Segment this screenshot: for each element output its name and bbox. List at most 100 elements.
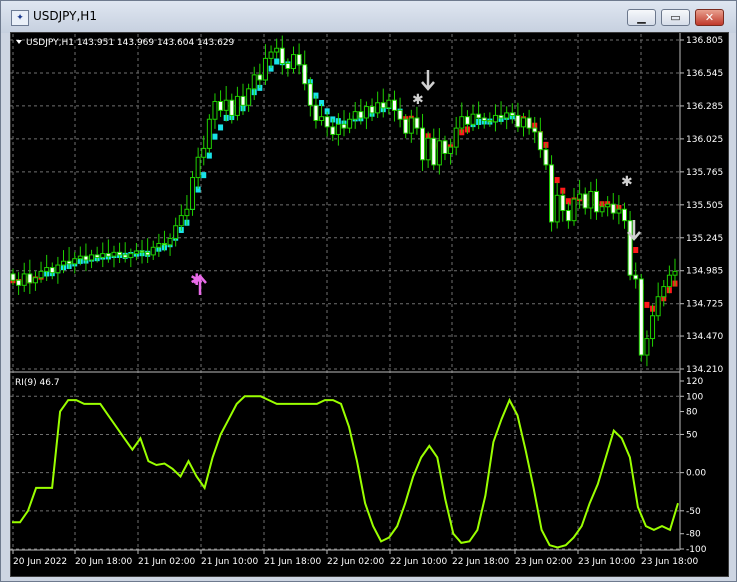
candle-body xyxy=(487,120,493,123)
time-tick-label: 20 Jun 2022 xyxy=(13,557,67,567)
candle-body xyxy=(470,113,476,125)
candle-body xyxy=(375,102,381,114)
triangle-down-icon[interactable] xyxy=(16,40,22,44)
buy-star-icon: ✱ xyxy=(190,270,203,289)
candle-body xyxy=(571,198,577,222)
candle-body xyxy=(335,123,341,135)
ri-tick-label: 120 xyxy=(686,377,703,387)
candle-body xyxy=(72,258,78,265)
ri-axis: 120 100 80 50 0.00 -50 -80 -100 xyxy=(680,377,707,555)
indicator-panel-header: RI(9) 46.7 xyxy=(15,378,60,388)
candle-body xyxy=(582,193,588,209)
ri-tick-label: -80 xyxy=(686,530,701,540)
candle-body xyxy=(105,253,111,257)
time-tick-label: 21 Jun 10:00 xyxy=(201,557,258,567)
candle-body xyxy=(133,250,139,255)
price-tick-label: 134.470 xyxy=(686,332,723,342)
candle-body xyxy=(543,149,549,166)
candle-body xyxy=(218,100,224,111)
candle-body xyxy=(161,242,167,246)
candle-body xyxy=(588,191,594,209)
price-tick-label: 136.285 xyxy=(686,102,723,112)
time-tick-label: 23 Jun 02:00 xyxy=(515,557,572,567)
candle-body xyxy=(565,210,571,222)
candle-body xyxy=(156,242,162,248)
candle-body xyxy=(302,64,308,85)
candle-body xyxy=(408,117,414,134)
ri-tick-label: -100 xyxy=(686,545,707,555)
candle-body xyxy=(386,99,392,109)
candle-body xyxy=(268,51,274,59)
candle-body xyxy=(319,116,325,122)
candle-body xyxy=(504,112,510,119)
time-tick-label: 20 Jun 18:00 xyxy=(75,557,132,567)
candle-body xyxy=(431,137,437,166)
candle-body xyxy=(666,274,672,288)
candle-body xyxy=(492,114,498,123)
candle-body xyxy=(453,127,459,148)
candle-body xyxy=(274,47,280,53)
candle-body xyxy=(44,267,50,272)
candle-body xyxy=(661,286,667,298)
candle-body xyxy=(414,117,420,129)
candle-body xyxy=(397,109,403,120)
candle-body xyxy=(352,111,358,120)
candle-body xyxy=(60,260,66,266)
time-tick-label: 21 Jun 02:00 xyxy=(138,557,195,567)
sell-star-icon: ✱ xyxy=(412,92,424,108)
candle-body xyxy=(184,208,190,217)
price-axis: 136.805 136.545 136.285 136.025 135.765 135.5… xyxy=(680,36,723,375)
candle-body xyxy=(593,191,599,213)
candle-body xyxy=(347,118,353,129)
candle-body xyxy=(10,273,16,281)
candle-body xyxy=(145,251,151,256)
candle-body xyxy=(616,208,622,214)
uptrend-dot xyxy=(206,152,212,159)
candles xyxy=(10,35,678,367)
candle-body xyxy=(128,253,134,258)
candle-body xyxy=(610,203,616,214)
candle-body xyxy=(190,177,196,210)
candle-body xyxy=(296,54,302,66)
candle-body xyxy=(391,99,397,111)
candle-body xyxy=(436,140,442,166)
candle-body xyxy=(285,62,291,70)
candle-body xyxy=(16,279,22,286)
candle-body xyxy=(66,260,72,265)
candle-body xyxy=(605,203,611,208)
candle-body xyxy=(560,194,566,212)
downtrend-dot xyxy=(644,301,650,308)
candle-body xyxy=(223,99,229,111)
price-tick-label: 135.245 xyxy=(686,234,723,244)
signal-markers: ✱ ✱ ✱ xyxy=(190,70,641,295)
candle-body xyxy=(117,251,123,256)
grid-lines xyxy=(10,34,680,550)
candle-body xyxy=(122,254,128,258)
chart-svg[interactable]: ✱✱✱ 136.805136.545136.285136.025135.7651… xyxy=(0,0,737,582)
candle-body xyxy=(313,104,319,122)
candle-body xyxy=(403,118,409,134)
candle-body xyxy=(425,137,431,161)
candle-body xyxy=(55,264,61,274)
candle-body xyxy=(633,274,639,280)
candle-body xyxy=(650,315,656,340)
candle-body xyxy=(307,83,313,106)
time-tick-label: 23 Jun 10:00 xyxy=(578,557,635,567)
candle-body xyxy=(262,57,268,81)
candle-body xyxy=(89,254,95,261)
candle-body xyxy=(240,95,246,106)
candle-body xyxy=(498,114,504,119)
candle-body xyxy=(521,117,527,128)
time-tick-label: 22 Jun 18:00 xyxy=(452,557,509,567)
candle-body xyxy=(167,237,173,246)
candle-body xyxy=(139,250,145,253)
candle-body xyxy=(532,127,538,133)
ri-tick-label: 80 xyxy=(686,408,698,418)
price-tick-label: 134.725 xyxy=(686,300,723,310)
candle-body xyxy=(448,146,454,154)
ri-tick-label: -50 xyxy=(686,507,701,517)
candle-body xyxy=(509,112,515,116)
candle-body xyxy=(324,116,330,128)
candle-body xyxy=(341,123,347,129)
candle-body xyxy=(279,47,285,64)
